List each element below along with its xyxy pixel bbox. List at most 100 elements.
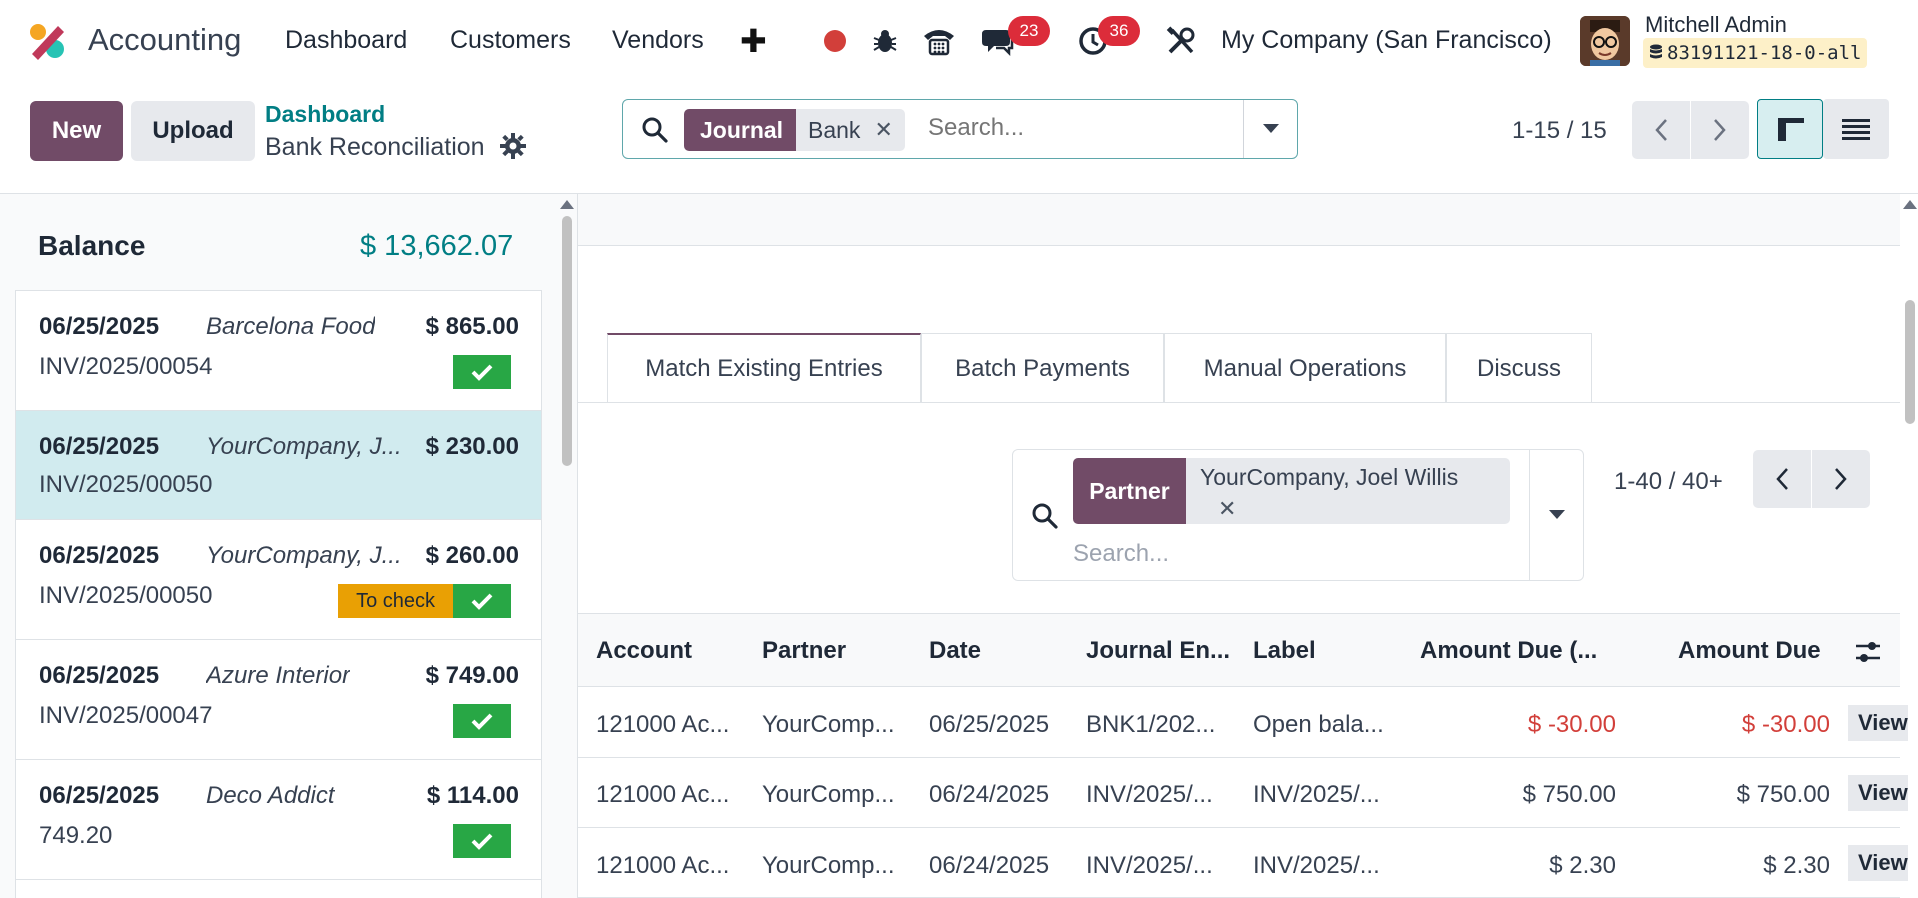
pager-value[interactable]: 1-15 / 15 — [1512, 117, 1607, 145]
statement-amount: $ 749.00 — [425, 662, 519, 689]
cell-amount-due: $ 750.00 — [1736, 781, 1830, 808]
database-icon — [1650, 44, 1662, 59]
search-options-toggle[interactable] — [1243, 100, 1297, 158]
search-icon — [642, 117, 668, 143]
statement-line[interactable] — [15, 880, 542, 898]
quick-create-plus-icon[interactable]: ✚ — [740, 22, 767, 60]
upload-button[interactable]: Upload — [131, 101, 255, 161]
remove-facet-close-icon[interactable]: ✕ — [874, 117, 892, 143]
search-facet-text: Bank — [808, 116, 861, 143]
app-logo-icon[interactable] — [28, 22, 66, 60]
tab-batch-payments[interactable]: Batch Payments — [921, 333, 1164, 403]
balance-label: Balance — [38, 230, 146, 261]
breadcrumb-dashboard[interactable]: Dashboard — [265, 101, 385, 128]
checked-badge — [453, 584, 511, 618]
cell-journal-entry: INV/2025/... — [1086, 781, 1213, 808]
view-button[interactable]: View — [1848, 775, 1908, 811]
debug-bug-icon[interactable] — [868, 24, 902, 58]
left-scrollbar-thumb[interactable] — [562, 216, 572, 466]
cell-partner: YourComp... — [762, 852, 895, 879]
view-button[interactable]: View — [1848, 845, 1908, 881]
check-icon — [471, 713, 493, 730]
search-input[interactable] — [928, 114, 1228, 142]
entries-pager-previous-button[interactable] — [1753, 450, 1811, 508]
remove-partner-facet-close-icon[interactable]: ✕ — [1218, 496, 1236, 522]
cell-date: 06/25/2025 — [929, 711, 1050, 738]
pager-next-button[interactable] — [1691, 101, 1749, 159]
cell-journal-entry: BNK1/202... — [1086, 711, 1216, 738]
statement-amount: $ 114.00 — [426, 782, 519, 809]
statement-amount: $ 260.00 — [425, 542, 519, 569]
statement-line[interactable]: 06/25/2025 Azure Interior $ 749.00 INV/2… — [15, 640, 542, 760]
search-facet-label: Journal — [684, 109, 800, 151]
tab-match-existing-entries[interactable]: Match Existing Entries — [607, 333, 921, 403]
statement-ref: INV/2025/00047 — [39, 702, 213, 729]
statement-date: 06/25/2025 — [39, 433, 160, 460]
cell-amount-due-currency: $ 750.00 — [1522, 781, 1616, 808]
column-partner[interactable]: Partner — [762, 637, 846, 665]
scroll-up-arrow-icon[interactable] — [1903, 200, 1917, 209]
scroll-up-arrow-icon[interactable] — [560, 200, 574, 209]
column-amount-due[interactable]: Amount Due — [1678, 637, 1821, 665]
column-label[interactable]: Label — [1253, 637, 1316, 665]
nav-vendors[interactable]: Vendors — [612, 26, 704, 55]
caret-down-icon — [1548, 510, 1565, 519]
cell-partner: YourComp... — [762, 711, 895, 738]
entries-pager-value[interactable]: 1-40 / 40+ — [1614, 468, 1723, 496]
partner-facet-label: Partner — [1073, 458, 1186, 524]
column-account[interactable]: Account — [596, 637, 692, 665]
statement-line[interactable]: 06/25/2025 Deco Addict $ 114.00 749.20 — [15, 760, 542, 880]
nav-dashboard[interactable]: Dashboard — [285, 26, 407, 55]
checked-badge — [453, 824, 511, 858]
search-facet-value: Bank ✕ — [796, 109, 905, 151]
column-amount-due-currency[interactable]: Amount Due (... — [1420, 637, 1597, 665]
right-scrollbar-thumb[interactable] — [1905, 300, 1915, 424]
nav-customers[interactable]: Customers — [450, 26, 571, 55]
cell-amount-due: $ -30.00 — [1741, 711, 1830, 738]
tab-discuss[interactable]: Discuss — [1446, 333, 1592, 403]
list-view-button[interactable] — [1823, 99, 1889, 159]
company-switcher[interactable]: My Company (San Francisco) — [1221, 26, 1552, 55]
cell-account: 121000 Ac... — [596, 711, 730, 738]
tabs-divider — [578, 402, 1900, 403]
check-icon — [471, 833, 493, 850]
user-avatar[interactable] — [1580, 16, 1630, 66]
entries-search-input[interactable]: Search... — [1073, 540, 1169, 568]
entries-search-bar[interactable]: Partner YourCompany, Joel Willis ✕ Searc… — [1012, 449, 1584, 581]
chevron-left-icon — [1655, 119, 1667, 141]
list-view-icon — [1842, 119, 1870, 140]
cell-journal-entry: INV/2025/... — [1086, 852, 1213, 879]
user-name[interactable]: Mitchell Admin — [1645, 12, 1787, 38]
chevron-right-icon — [1714, 119, 1726, 141]
tab-manual-operations[interactable]: Manual Operations — [1164, 333, 1446, 403]
cell-date: 06/24/2025 — [929, 781, 1050, 808]
main-search-bar[interactable]: Journal Bank ✕ — [622, 99, 1298, 159]
search-icon — [1032, 503, 1058, 529]
view-button[interactable]: View — [1848, 705, 1908, 741]
column-journal-entry[interactable]: Journal En... — [1086, 637, 1230, 665]
cell-partner: YourComp... — [762, 781, 895, 808]
gear-icon[interactable] — [500, 133, 526, 159]
entries-pager-next-button[interactable] — [1812, 450, 1870, 508]
statement-date: 06/25/2025 — [39, 782, 160, 809]
partner-facet-value: YourCompany, Joel Willis ✕ — [1186, 458, 1510, 524]
cell-label: INV/2025/... — [1253, 781, 1380, 808]
statement-line[interactable]: 06/25/2025 YourCompany, J... $ 260.00 IN… — [15, 520, 542, 640]
pager-previous-button[interactable] — [1632, 101, 1690, 159]
cell-account: 121000 Ac... — [596, 781, 730, 808]
cell-amount-due-currency: $ -30.00 — [1527, 711, 1616, 738]
top-navbar: Accounting Dashboard Customers Vendors ✚… — [0, 0, 1918, 84]
optional-columns-sliders-icon[interactable] — [1854, 640, 1882, 664]
kanban-view-button[interactable] — [1757, 99, 1823, 159]
settings-tools-icon[interactable] — [1164, 24, 1198, 58]
record-icon[interactable] — [818, 24, 852, 58]
statement-line[interactable]: 06/25/2025 Barcelona Food $ 865.00 INV/2… — [15, 290, 542, 411]
entries-search-options-toggle[interactable] — [1529, 450, 1583, 580]
database-tag: 83191121-18-0-all — [1643, 38, 1868, 68]
phone-icon[interactable] — [922, 24, 956, 58]
statement-line-selected[interactable]: 06/25/2025 YourCompany, J... $ 230.00 IN… — [15, 411, 542, 520]
column-date[interactable]: Date — [929, 637, 981, 665]
app-name[interactable]: Accounting — [88, 22, 241, 58]
cell-account: 121000 Ac... — [596, 852, 730, 879]
new-button[interactable]: New — [30, 101, 123, 161]
